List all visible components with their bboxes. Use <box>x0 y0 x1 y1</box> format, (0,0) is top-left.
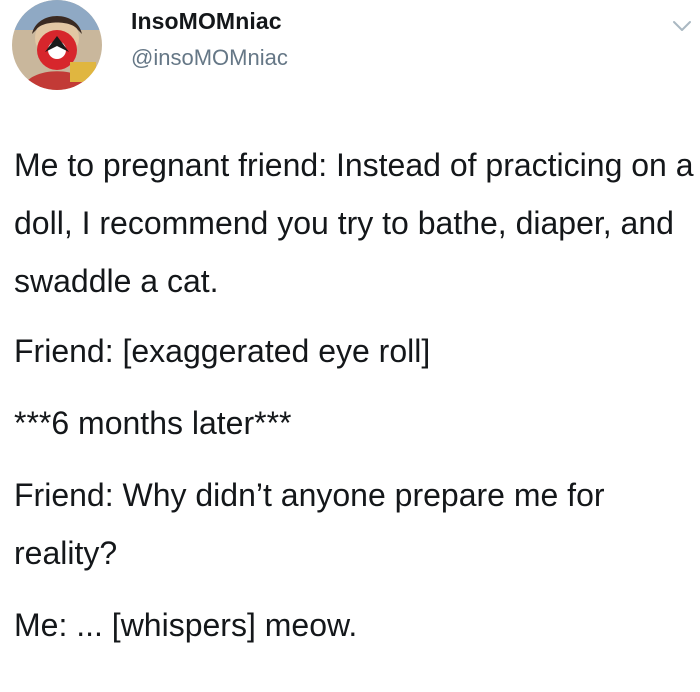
display-name[interactable]: InsoMOMniac <box>131 8 282 35</box>
tweet-text: Me to pregnant friend: Instead of practi… <box>14 136 694 668</box>
tweet-paragraph: ***6 months later*** <box>14 405 292 441</box>
avatar-image <box>12 0 102 90</box>
tweet-paragraph: Me: ... [whispers] meow. <box>14 607 358 643</box>
user-handle[interactable]: @insoMOMniac <box>131 45 288 71</box>
tweet-paragraph: Friend: [exaggerated eye roll] <box>14 333 431 369</box>
chevron-down-icon[interactable] <box>670 14 694 38</box>
tweet-paragraph: Me to pregnant friend: Instead of practi… <box>14 147 694 299</box>
tweet-card: InsoMOMniac @insoMOMniac Me to pregnant … <box>0 0 700 692</box>
tweet-paragraph: Friend: Why didn’t anyone prepare me for… <box>14 477 614 571</box>
avatar[interactable] <box>12 0 102 90</box>
